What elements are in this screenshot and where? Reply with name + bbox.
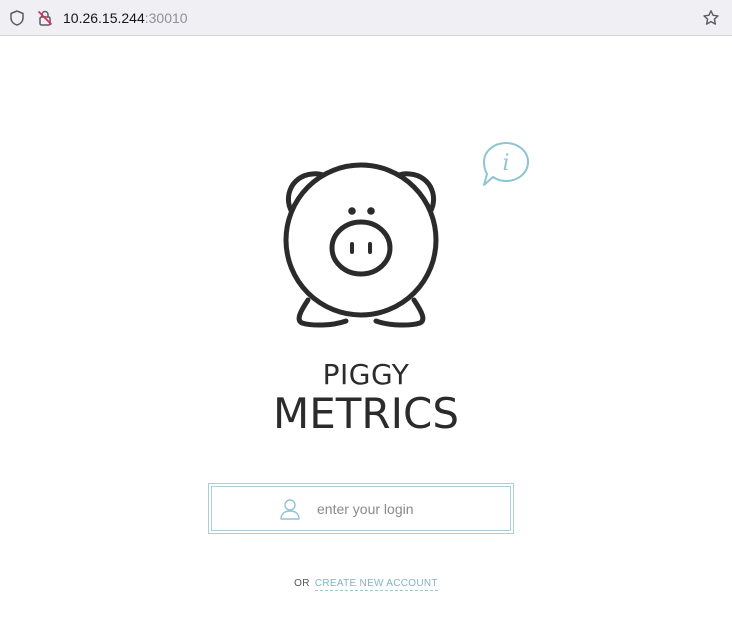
- shield-icon[interactable]: [8, 9, 26, 27]
- login-page: i PIGGY METRICS OR CREATE NEW ACCOUNT: [0, 37, 732, 634]
- url-port: :30010: [144, 10, 188, 26]
- user-icon: [280, 499, 300, 520]
- url-text[interactable]: 10.26.15.244:30010: [63, 9, 188, 27]
- create-account-link[interactable]: CREATE NEW ACCOUNT: [314, 578, 438, 591]
- brand-line-1: PIGGY: [322, 358, 410, 391]
- or-label: OR: [294, 578, 310, 589]
- url-host: 10.26.15.244: [63, 10, 145, 26]
- lock-crossed-icon[interactable]: [36, 9, 54, 27]
- login-field-frame: [208, 483, 514, 534]
- brand-line-2: METRICS: [273, 389, 459, 438]
- svg-text:i: i: [502, 151, 509, 176]
- browser-address-bar: 10.26.15.244:30010: [0, 0, 732, 36]
- info-bubble-icon[interactable]: i: [481, 141, 531, 187]
- create-account-line: OR CREATE NEW ACCOUNT: [0, 578, 732, 591]
- piggy-logo: [283, 162, 439, 328]
- star-icon[interactable]: [702, 9, 720, 27]
- login-input[interactable]: [317, 497, 497, 521]
- login-field[interactable]: [211, 486, 511, 531]
